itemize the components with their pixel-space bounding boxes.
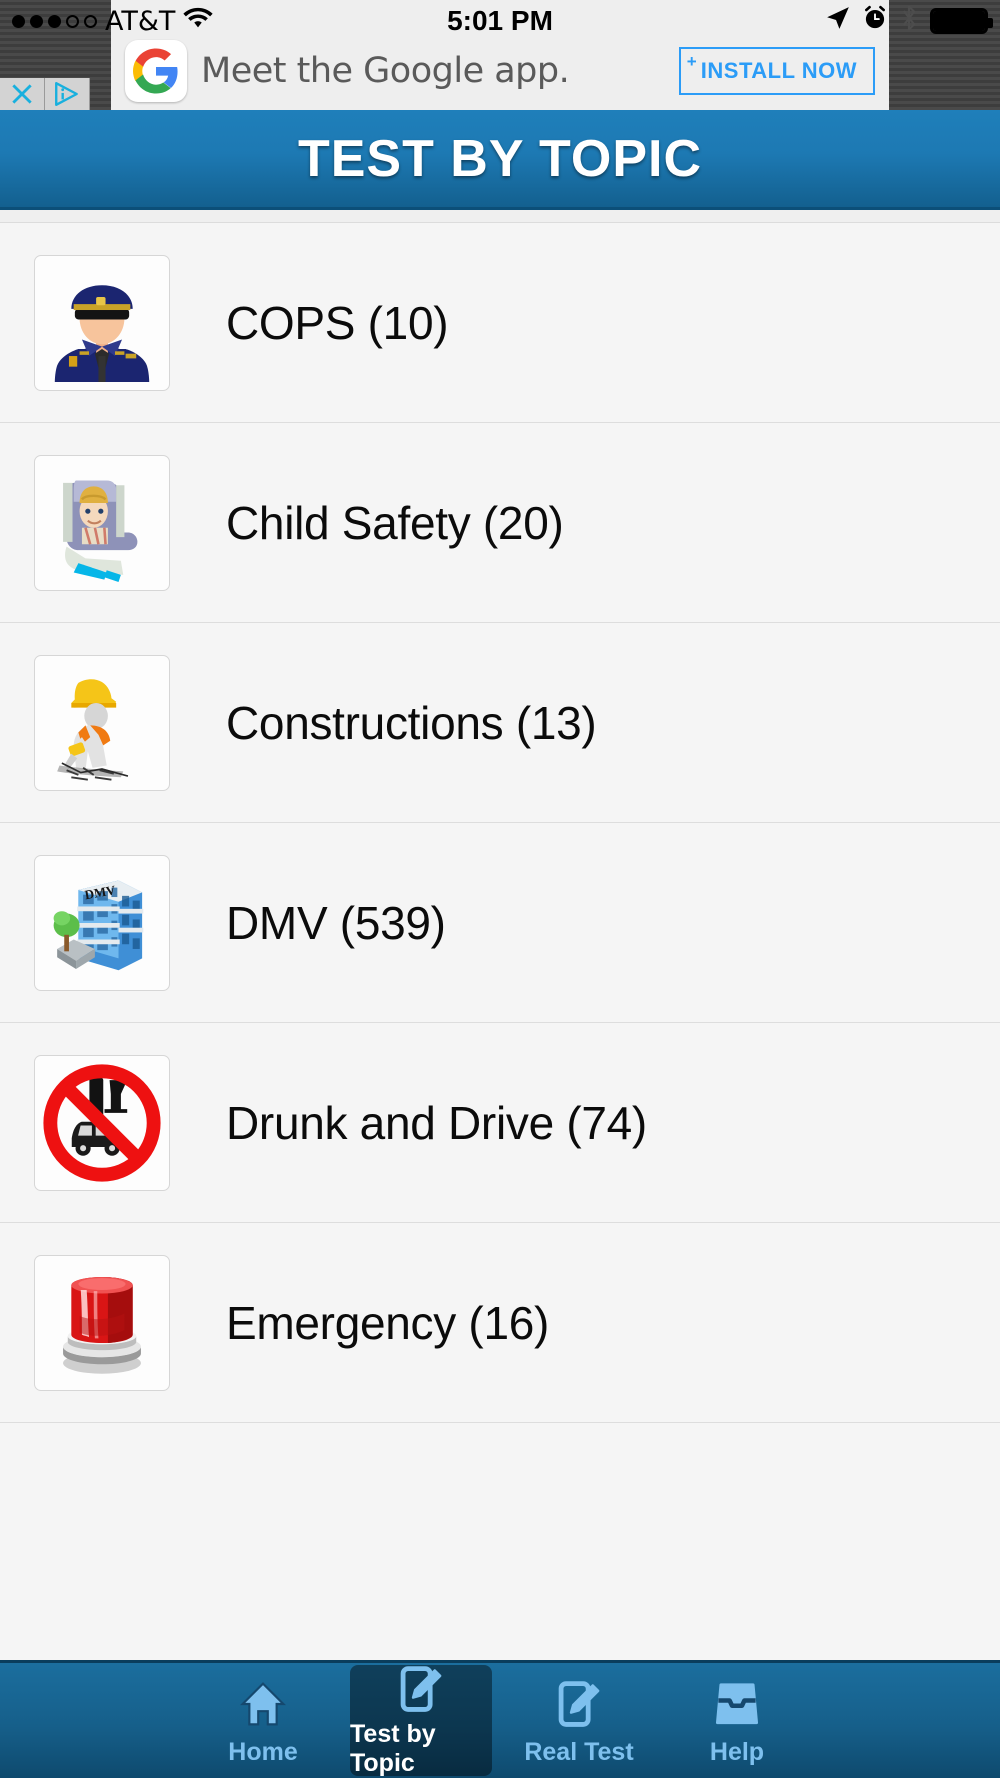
list-item-label: Drunk and Drive (74) (226, 1096, 647, 1149)
navigation-header: TEST BY TOPIC (0, 110, 1000, 210)
compose-icon (396, 1663, 446, 1715)
child-car-seat-icon (34, 454, 170, 591)
list-item-label: DMV (539) (226, 896, 446, 949)
list-item-label: COPS (10) (226, 296, 449, 349)
list-item[interactable]: Constructions (13) (0, 623, 1000, 823)
install-now-button[interactable]: + INSTALL NOW (678, 47, 875, 95)
ad-strip: Meet the Google app. + INSTALL NOW AT&T (0, 0, 1000, 110)
tab-help-label: Help (709, 1737, 765, 1766)
list-item-label: Constructions (13) (226, 696, 597, 749)
list-item[interactable]: COPS (10) (0, 223, 1000, 423)
install-now-label: INSTALL NOW (700, 58, 857, 83)
emergency-siren-icon (34, 1254, 170, 1391)
status-bar: AT&T 5:01 PM (0, 0, 1000, 42)
google-g-logo (125, 40, 187, 102)
tab-real-test[interactable]: Real Test (508, 1663, 650, 1778)
tab-test-by-topic-label: Test by Topic (350, 1720, 436, 1777)
list-item-label: Emergency (16) (226, 1296, 550, 1349)
home-icon (237, 1675, 289, 1733)
no-drinking-driving-icon (34, 1054, 170, 1191)
list-item[interactable]: DMV DMV (539) (0, 823, 1000, 1023)
app-screen: Meet the Google app. + INSTALL NOW AT&T (0, 0, 1000, 1778)
tab-test-by-topic[interactable]: Test by Topic (350, 1663, 492, 1777)
clock-label: 5:01 PM (447, 5, 553, 36)
tab-help[interactable]: Help (666, 1663, 808, 1778)
bottom-tab-bar: Home Test by Topic Real Test Help (0, 1660, 1000, 1778)
topic-list[interactable]: COPS (10) Child Safety (20) Construction… (0, 210, 1000, 1550)
construction-worker-icon (34, 654, 170, 791)
tab-home[interactable]: Home (192, 1663, 334, 1778)
ad-info-button[interactable] (45, 78, 90, 110)
police-officer-icon (34, 254, 170, 391)
ad-text: Meet the Google app. (201, 51, 570, 91)
list-item[interactable]: Child Safety (20) (0, 423, 1000, 623)
inbox-tray-icon (711, 1675, 763, 1733)
page-title: TEST BY TOPIC (297, 129, 703, 188)
tab-real-test-label: Real Test (524, 1737, 634, 1766)
list-top-spacer (0, 210, 1000, 223)
compose-icon (554, 1675, 604, 1733)
tab-home-label: Home (228, 1737, 298, 1766)
list-item[interactable]: Drunk and Drive (74) (0, 1023, 1000, 1223)
ad-close-button[interactable] (0, 78, 45, 110)
list-item-label: Child Safety (20) (226, 496, 564, 549)
battery-full-icon (930, 8, 993, 34)
ad-plus-glyph: + (686, 52, 698, 71)
dmv-building-icon: DMV (34, 854, 170, 991)
list-item[interactable]: Emergency (16) (0, 1223, 1000, 1423)
